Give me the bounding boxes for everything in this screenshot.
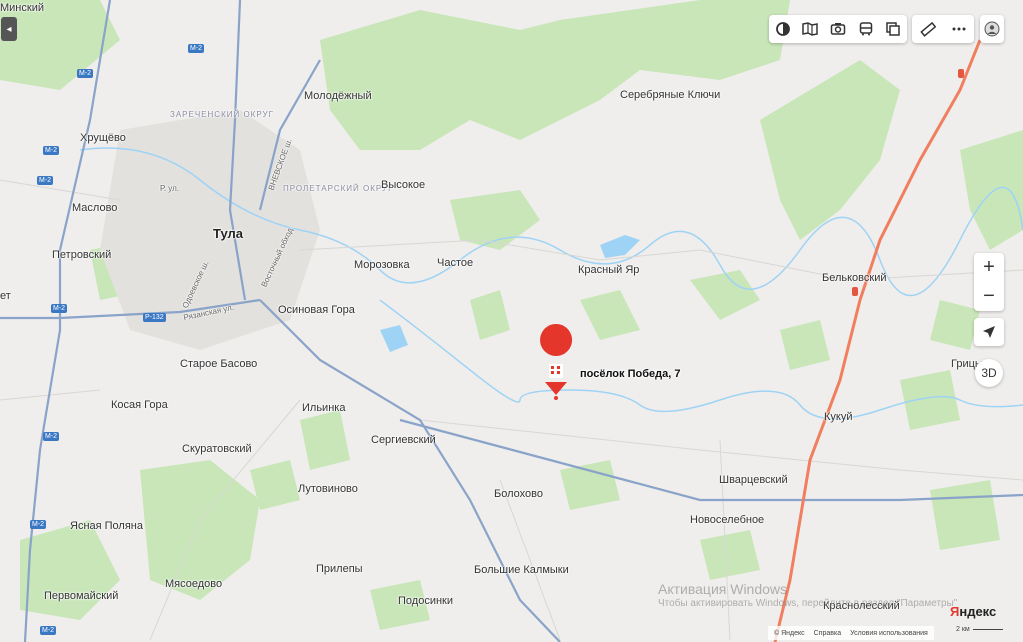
place-label: Осиновая Гора <box>278 304 355 316</box>
camera-icon[interactable] <box>828 19 848 39</box>
place-label: Кукуй <box>824 411 853 423</box>
place-label: Морозовка <box>354 259 410 271</box>
city-label-tula: Тула <box>213 226 243 241</box>
zoom-control: + − <box>974 253 1004 311</box>
place-label: Хрущёво <box>80 132 126 144</box>
place-label: Шварцевский <box>719 474 788 486</box>
road-shield: М-2 <box>77 69 94 78</box>
place-label: Косая Гора <box>111 399 168 411</box>
place-label: ет <box>0 290 11 302</box>
map-footer: © Яндекс Справка Условия использования <box>768 626 934 640</box>
road-shield: М-2 <box>37 176 54 185</box>
place-label: Сергиевский <box>371 434 436 446</box>
place-label: Молодёжный <box>304 90 372 102</box>
chevron-left-icon: ◂ <box>6 23 12 35</box>
district-label-zarechensky: ЗАРЕЧЕНСКИЙ ОКРУГ <box>170 110 274 119</box>
geolocation-button[interactable] <box>974 318 1004 346</box>
road-label-r: Р. ул. <box>160 184 179 193</box>
place-label: Высокое <box>381 179 426 191</box>
ruler-icon[interactable] <box>918 19 938 39</box>
profile-button[interactable] <box>980 15 1004 43</box>
place-label: Серебряные Ключи <box>620 89 721 101</box>
place-label: Мясоедово <box>165 578 223 590</box>
road-shield: Р-132 <box>143 313 166 322</box>
place-label: Маслово <box>72 202 118 214</box>
place-label: Красный Яр <box>578 264 640 276</box>
place-label: Петровский <box>52 249 112 261</box>
3d-view-button[interactable]: 3D <box>975 359 1003 387</box>
road-shield: М-2 <box>188 44 205 53</box>
place-label: Минский <box>0 2 44 14</box>
pin-label[interactable]: посёлок Победа, 7 <box>580 368 680 380</box>
layers-icon[interactable] <box>773 19 793 39</box>
transport-icon[interactable] <box>856 19 876 39</box>
place-label: Старое Басово <box>180 358 258 370</box>
panorama-icon[interactable] <box>800 19 820 39</box>
place-label: Бельковский <box>822 272 887 284</box>
scale-bar: 2 км <box>956 626 1003 633</box>
navigation-arrow-icon <box>983 326 995 338</box>
place-label: Новоселебное <box>690 514 765 526</box>
place-label: Прилепы <box>316 563 363 575</box>
place-label: Ильинка <box>302 402 346 414</box>
place-label: Лутовиново <box>298 483 358 495</box>
road-shield: М-2 <box>43 146 60 155</box>
copyright-text: © Яндекс <box>774 629 805 637</box>
help-link[interactable]: Справка <box>814 630 841 637</box>
place-label: Большие Калмыки <box>474 564 569 576</box>
map-layers-toolbar <box>769 15 907 43</box>
more-icon[interactable] <box>949 19 969 39</box>
road-shield: М-2 <box>30 520 47 529</box>
place-label: Скуратовский <box>182 443 252 455</box>
terms-link[interactable]: Условия использования <box>850 630 928 637</box>
place-label: Ясная Поляна <box>70 520 143 532</box>
place-label: Частое <box>437 257 474 269</box>
road-shield-federal <box>852 287 858 296</box>
traffic-icon[interactable] <box>883 19 903 39</box>
yandex-logo[interactable]: Яндекс <box>950 604 996 619</box>
collapse-panel-button[interactable]: ◂ <box>1 17 17 41</box>
road-shield: М-2 <box>51 304 68 313</box>
place-label: Болохово <box>494 488 543 500</box>
road-shield: М-2 <box>43 432 60 441</box>
windows-activation-title: Активация Windows <box>658 581 788 597</box>
place-label: Первомайский <box>44 590 119 602</box>
district-label-proletarsky: ПРОЛЕТАРСКИЙ ОКРУГ <box>283 184 394 193</box>
map-tools-toolbar <box>912 15 974 43</box>
user-icon <box>984 21 1000 37</box>
scale-label: 2 км <box>956 626 970 633</box>
zoom-out-button[interactable]: − <box>974 282 1004 311</box>
road-shield: М-2 <box>40 626 57 635</box>
zoom-in-button[interactable]: + <box>974 253 1004 282</box>
place-label: Подосинки <box>398 595 453 607</box>
windows-activation-text: Чтобы активировать Windows, перейдите в … <box>658 598 958 609</box>
road-shield-federal <box>958 69 964 78</box>
